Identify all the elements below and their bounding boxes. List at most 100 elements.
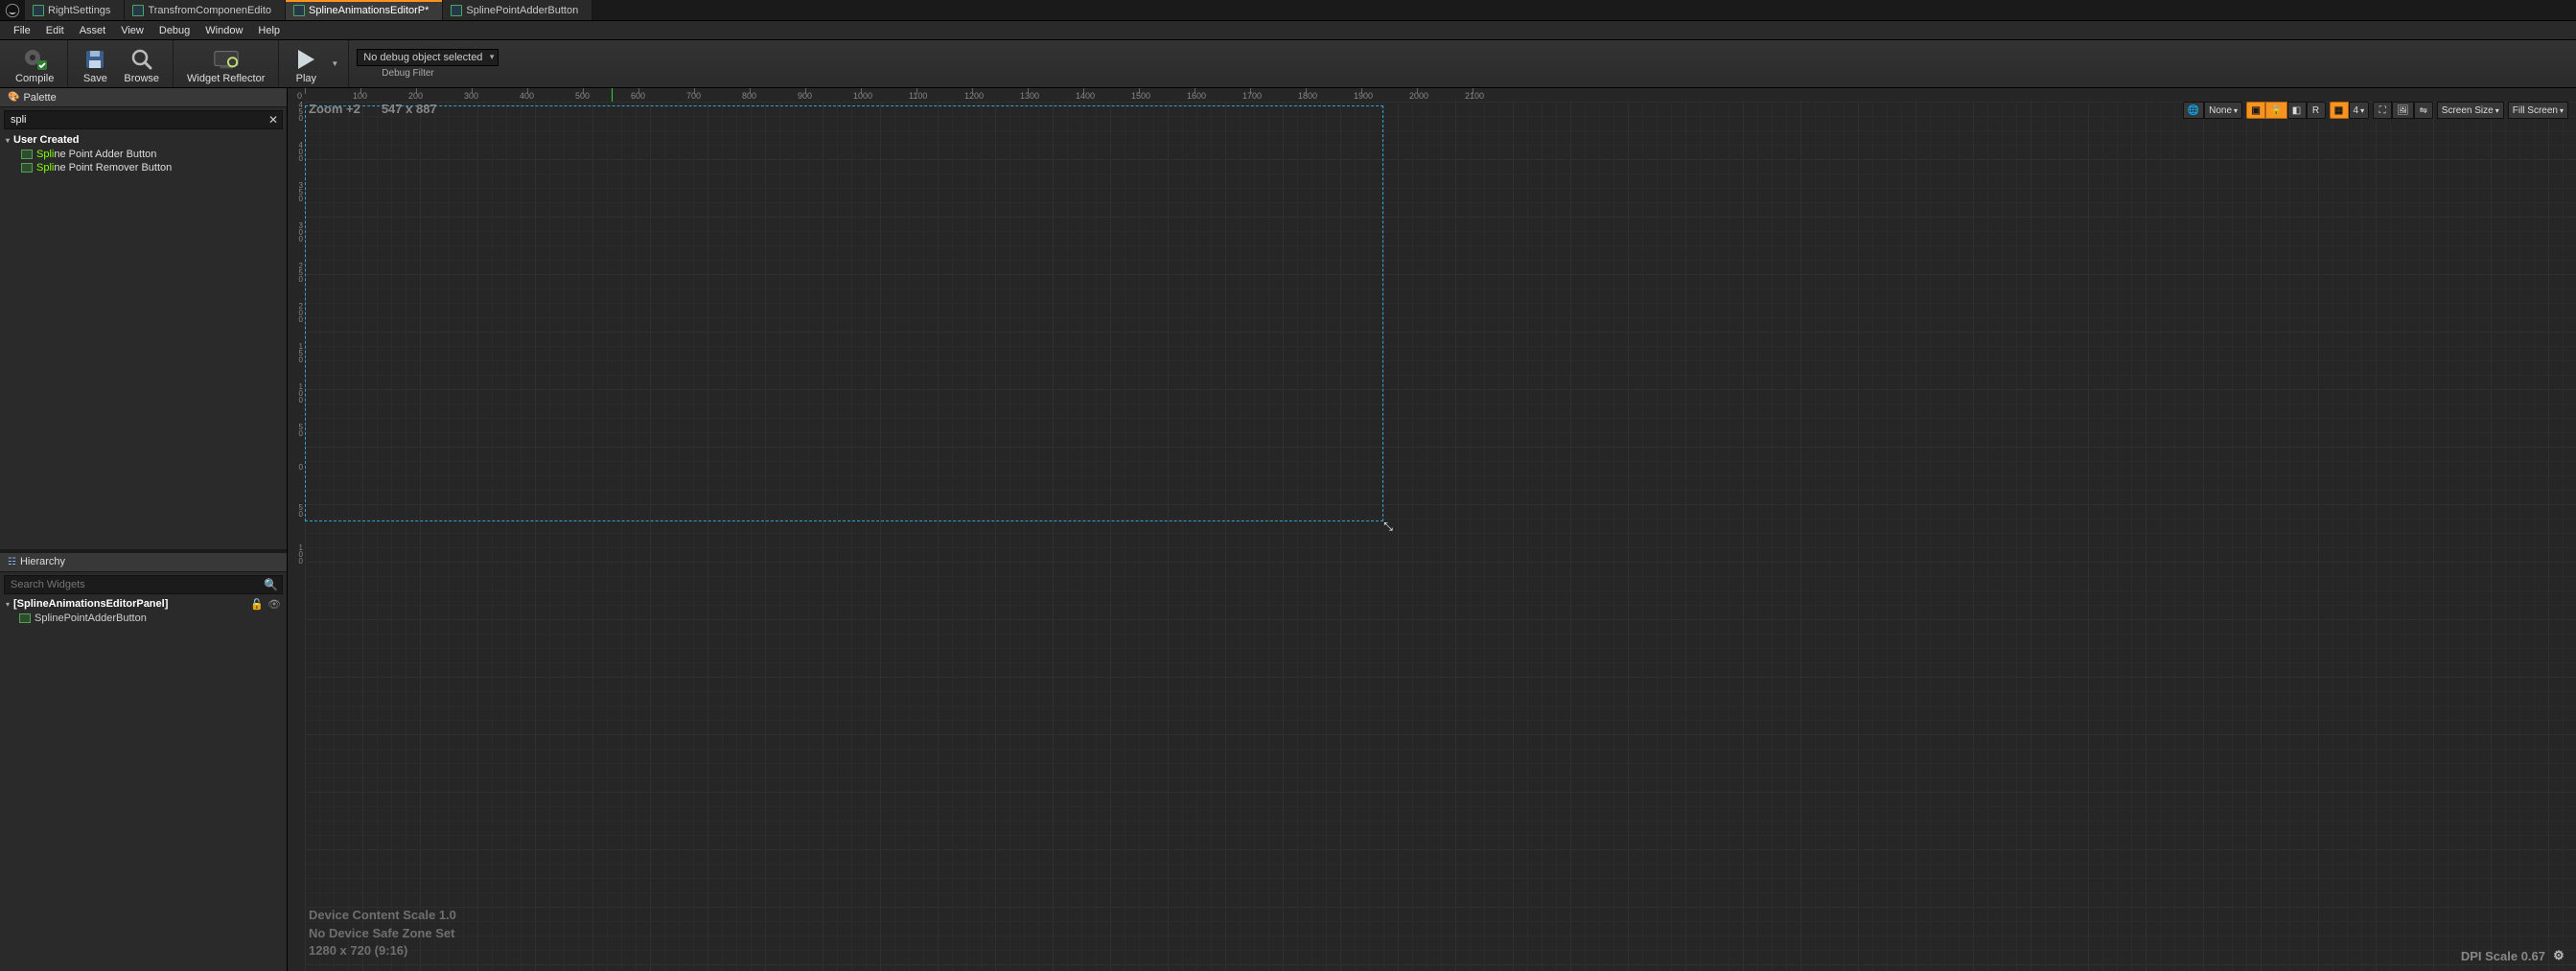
- palette-search[interactable]: ✕: [4, 110, 283, 129]
- blueprint-icon: [33, 5, 44, 16]
- palette-search-input[interactable]: [5, 111, 282, 128]
- palette-item-label: Spline Point Remover Button: [36, 162, 172, 173]
- debug-object-selector[interactable]: No debug object selected: [357, 49, 499, 66]
- left-panel: 🎨 Palette ✕ User Created Spline Point Ad…: [0, 88, 288, 971]
- visibility-icon[interactable]: 👁: [267, 598, 281, 611]
- device-content-scale: Device Content Scale 1.0: [309, 907, 456, 924]
- menu-debug[interactable]: Debug: [151, 23, 197, 38]
- screen-size-label: Screen Size: [2442, 105, 2494, 116]
- document-tab[interactable]: RightSettings: [25, 0, 125, 20]
- horizontal-ruler: 0100200300400500600700800900100011001200…: [305, 88, 2576, 102]
- browse-button[interactable]: Browse: [116, 45, 167, 87]
- palette-tab[interactable]: 🎨 Palette: [0, 88, 287, 107]
- menu-window[interactable]: Window: [197, 23, 250, 38]
- menu-view[interactable]: View: [113, 23, 151, 38]
- menu-file[interactable]: File: [6, 23, 38, 38]
- widget-icon: [21, 150, 33, 159]
- save-button[interactable]: Save: [74, 45, 116, 87]
- zoom-level: Zoom +2: [309, 102, 360, 116]
- palette-icon: 🎨: [8, 92, 19, 103]
- hierarchy-root-label: [SplineAnimationsEditorPanel]: [13, 598, 168, 610]
- dpi-settings-button[interactable]: ⚙: [2551, 948, 2566, 963]
- show-outlines-button[interactable]: ▣: [2246, 102, 2265, 119]
- blueprint-icon: [293, 5, 305, 16]
- hierarchy-tab[interactable]: ☷ Hierarchy: [0, 553, 287, 572]
- document-tab[interactable]: SplineAnimationsEditorP*: [286, 0, 443, 20]
- hierarchy-tree: ▾[SplineAnimationsEditorPanel] 🔓 👁 Splin…: [0, 597, 287, 971]
- viewport-info-bottom-right: DPI Scale 0.67 ⚙: [2461, 948, 2566, 963]
- menu-edit[interactable]: Edit: [38, 23, 72, 38]
- palette-item[interactable]: Spline Point Adder Button: [0, 148, 287, 161]
- grid-snap-button[interactable]: ▦: [2330, 102, 2349, 119]
- blueprint-icon: [451, 5, 462, 16]
- tab-label: SplinePointAdderButton: [466, 5, 578, 16]
- hierarchy-title: Hierarchy: [20, 556, 65, 567]
- widget-reflector-label: Widget Reflector: [187, 73, 265, 84]
- search-icon: 🔍: [264, 578, 278, 591]
- palette-category-user-created[interactable]: User Created: [0, 132, 287, 148]
- play-button[interactable]: Play: [285, 45, 327, 87]
- canvas-area[interactable]: ⤡: [305, 102, 2576, 971]
- unreal-logo: [0, 0, 25, 20]
- floppy-icon: [81, 47, 108, 72]
- preview-background-button[interactable]: 🖼: [2392, 102, 2414, 119]
- globe-icon: 🌐: [2188, 105, 2199, 116]
- viewport-info-top: Zoom +2 547 x 887: [309, 102, 437, 116]
- hierarchy-search-input[interactable]: [5, 576, 282, 593]
- canvas-resize-handle[interactable]: ⤡: [1381, 520, 1395, 533]
- browse-label: Browse: [124, 73, 159, 84]
- localization-button[interactable]: 🌐: [2183, 102, 2204, 119]
- grid-snap-value-button[interactable]: 4: [2349, 102, 2370, 119]
- tab-label: SplineAnimationsEditorP*: [309, 5, 429, 16]
- lock-icon[interactable]: 🔓: [250, 598, 264, 611]
- layout-mode-value: R: [2312, 105, 2319, 116]
- viewport-toolbar: 🌐 None ▣ 🔒 ◧ R ▦ 4 ⛶ 🖼 ⇋ Screen Size Fil…: [2183, 102, 2568, 119]
- layout-mode-button[interactable]: R: [2307, 102, 2326, 119]
- zoom-to-fit-button[interactable]: ⛶: [2373, 102, 2392, 119]
- resolution-info: 1280 x 720 (9:16): [309, 942, 456, 959]
- palette-title: Palette: [23, 92, 56, 104]
- hierarchy-root[interactable]: ▾[SplineAnimationsEditorPanel] 🔓 👁: [0, 597, 287, 612]
- dpi-scale: DPI Scale 0.67: [2461, 949, 2545, 963]
- menu-help[interactable]: Help: [250, 23, 288, 38]
- hierarchy-child[interactable]: SplinePointAdderButton: [0, 612, 287, 625]
- document-tab[interactable]: SplinePointAdderButton: [443, 0, 592, 20]
- hierarchy-icon: ☷: [8, 557, 16, 567]
- tab-label: RightSettings: [48, 5, 110, 16]
- tab-label: TransfromComponenEdito: [148, 5, 271, 16]
- hierarchy-search[interactable]: 🔍: [4, 575, 283, 594]
- vertical-ruler: 45040035030025020015010050050100: [288, 102, 305, 971]
- compile-label: Compile: [15, 73, 54, 84]
- play-icon: [292, 47, 319, 72]
- magnifier-icon: [128, 47, 155, 72]
- document-tab[interactable]: TransfromComponenEdito: [125, 0, 286, 20]
- debug-object-value: No debug object selected: [363, 52, 482, 63]
- hierarchy-child-label: SplinePointAdderButton: [35, 613, 147, 624]
- gear-check-icon: [21, 47, 48, 72]
- cursor-position: 547 x 887: [382, 102, 437, 116]
- menu-bar: FileEditAssetViewDebugWindowHelp: [0, 21, 2576, 40]
- localization-preview-dropdown[interactable]: None: [2204, 102, 2242, 119]
- palette-item-label: Spline Point Adder Button: [36, 149, 156, 160]
- menu-asset[interactable]: Asset: [72, 23, 114, 38]
- reflector-icon: [213, 47, 240, 72]
- main-area: 🎨 Palette ✕ User Created Spline Point Ad…: [0, 88, 2576, 971]
- screen-size-dropdown[interactable]: Screen Size: [2437, 102, 2504, 119]
- designer-viewport[interactable]: 0100200300400500600700800900100011001200…: [288, 88, 2576, 971]
- loc-preview-value: None: [2209, 105, 2232, 116]
- widget-canvas-frame[interactable]: [305, 105, 1383, 521]
- widget-icon: [19, 613, 31, 623]
- layout-left-button[interactable]: ◧: [2287, 102, 2307, 119]
- flip-button[interactable]: ⇋: [2414, 102, 2433, 119]
- compile-button[interactable]: Compile: [8, 45, 61, 87]
- main-toolbar: Compile Save Browse Widget Reflector: [0, 40, 2576, 88]
- lock-button[interactable]: 🔒: [2265, 102, 2286, 119]
- fill-screen-label: Fill Screen: [2513, 105, 2558, 116]
- clear-search-icon[interactable]: ✕: [268, 113, 278, 127]
- safe-zone-info: No Device Safe Zone Set: [309, 925, 456, 942]
- play-dropdown-arrow[interactable]: ▼: [327, 59, 342, 68]
- document-tabs: RightSettings TransfromComponenEdito Splin…: [0, 0, 2576, 21]
- palette-item[interactable]: Spline Point Remover Button: [0, 161, 287, 174]
- widget-reflector-button[interactable]: Widget Reflector: [179, 45, 272, 87]
- fill-screen-dropdown[interactable]: Fill Screen: [2508, 102, 2568, 119]
